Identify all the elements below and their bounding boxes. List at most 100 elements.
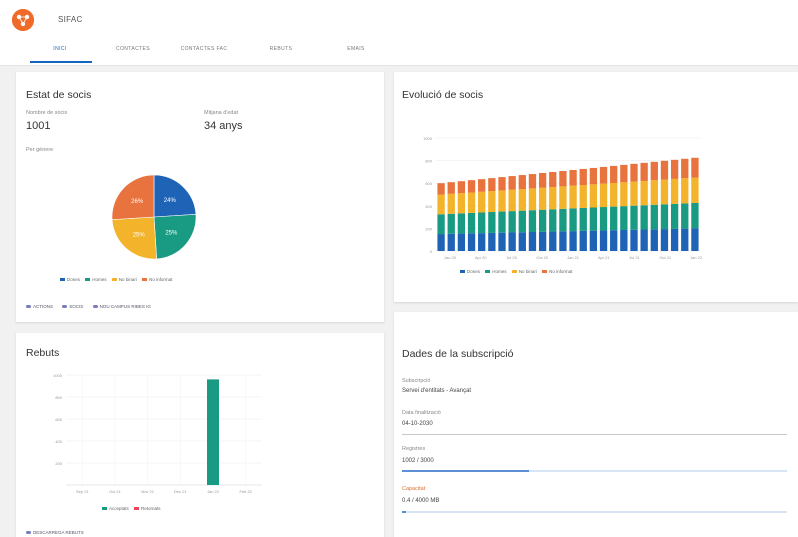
bar-segment-no-binari — [589, 184, 598, 208]
bar-segment-dones — [620, 229, 628, 251]
bar-segment-homes — [681, 203, 689, 229]
active-tab-indicator — [30, 61, 92, 63]
bar-segment-homes — [528, 210, 537, 233]
x-tick-label: Apr 21 — [598, 255, 611, 260]
bar-segment-dones — [569, 231, 577, 251]
capacitat-progress — [402, 511, 787, 513]
tab-inici[interactable]: INICI — [42, 46, 78, 52]
bar-acceptats — [207, 379, 219, 485]
bar-segment-dones — [538, 231, 547, 251]
rebuts-actions: DESCARREGA REBUTS — [26, 530, 92, 535]
legend-item-no-informat: No informat — [542, 269, 572, 274]
bar-segment-no-binari — [508, 189, 516, 212]
bar-segment-no-informat — [447, 182, 455, 194]
bar-segment-no-informat — [559, 170, 567, 187]
legend-item-homes: Homes — [485, 269, 507, 274]
x-tick-label: Nov 21 — [141, 489, 154, 494]
x-tick-label: Jan 22 — [690, 255, 703, 260]
bar-segment-homes — [599, 207, 608, 231]
bar-segment-no-binari — [599, 183, 608, 208]
x-tick-label: Jul 20 — [506, 255, 517, 260]
bar-segment-no-informat — [670, 159, 679, 179]
bar-segment-homes — [538, 209, 547, 232]
bar-segment-no-binari — [579, 185, 587, 208]
bar-segment-dones — [589, 230, 598, 251]
pie-slice-label: 24% — [164, 198, 177, 204]
card-title: Dades de la subscripció — [402, 348, 514, 360]
members-value: 1001 — [26, 120, 51, 132]
y-tick-label: 800 — [55, 395, 62, 400]
y-tick-label: 1000 — [53, 373, 63, 378]
tab-contactes[interactable]: CONTACTES — [104, 46, 162, 52]
evolucio-legend: Dones Homes No binari No informat — [460, 269, 576, 274]
x-tick-label: Dec 21 — [174, 489, 187, 494]
estat-actions: ACTIONS SOCIS NOU CAMPUS RIBES IG — [26, 304, 159, 309]
bar-segment-homes — [569, 208, 577, 232]
bar-segment-homes — [508, 211, 516, 233]
tab-emais[interactable]: EMAIS — [334, 46, 378, 52]
bar-segment-dones — [447, 233, 455, 251]
bar-segment-no-binari — [670, 178, 679, 204]
pie-slice-dones — [153, 174, 197, 218]
bar-segment-no-informat — [518, 175, 526, 190]
bar-segment-no-binari — [538, 187, 547, 210]
bar-segment-homes — [650, 204, 658, 230]
capacitat-label: Capacitat — [402, 486, 426, 492]
bar-segment-no-binari — [559, 186, 567, 209]
bar-segment-no-binari — [650, 180, 658, 205]
legend-item-no-informat: No informat — [142, 277, 172, 282]
bar-segment-no-binari — [488, 191, 496, 213]
pie-legend: Dones Homes No binari No informat — [60, 277, 176, 282]
bar-segment-no-informat — [538, 173, 547, 188]
y-tick-label: 400 — [425, 204, 432, 209]
bar-segment-homes — [498, 211, 506, 233]
campus-chip[interactable]: NOU CAMPUS RIBES IG — [92, 304, 151, 309]
bar-segment-no-informat — [579, 168, 587, 186]
bar-segment-dones — [457, 233, 466, 251]
tab-contactes-fac[interactable]: CONTACTES FAC — [168, 46, 240, 52]
registres-value: 1002 / 3000 — [402, 458, 434, 464]
evolucio-socis-card: Evolució de socis 1000 800 600 400 200 0 Jan 2… — [394, 72, 798, 302]
bar-segment-dones — [528, 232, 537, 251]
card-title: Rebuts — [26, 347, 60, 359]
age-value: 34 anys — [204, 120, 243, 132]
x-tick-label: Jan 22 — [207, 489, 220, 494]
bar-segment-dones — [610, 230, 618, 251]
legend-item-homes: Homes — [85, 277, 107, 282]
bar-segment-no-informat — [528, 174, 537, 189]
x-tick-label: Feb 22 — [239, 489, 252, 494]
bar-segment-homes — [549, 209, 557, 232]
x-tick-label: Sep 21 — [76, 489, 89, 494]
bar-segment-dones — [488, 232, 496, 251]
bar-segment-dones — [437, 234, 445, 251]
rebuts-legend: Acceptats Retornats — [102, 506, 165, 511]
bar-segment-dones — [498, 232, 506, 251]
card-title: Estat de socis — [26, 89, 92, 101]
bar-segment-dones — [630, 229, 638, 251]
bar-segment-homes — [660, 204, 669, 230]
app-header: SIFAC INICI CONTACTES CONTACTES FAC REBU… — [0, 0, 798, 66]
actions-chip[interactable]: ACTIONS — [26, 304, 53, 309]
divider — [402, 434, 787, 435]
legend-item-acceptats: Acceptats — [102, 506, 129, 511]
app-logo[interactable] — [12, 9, 34, 31]
x-tick-label: Oct 20 — [536, 255, 549, 260]
bar-segment-no-informat — [691, 157, 699, 178]
bar-segment-dones — [559, 231, 567, 251]
legend-item-no-binari: No binari — [511, 269, 537, 274]
bar-segment-no-informat — [630, 163, 638, 182]
bar-segment-homes — [518, 210, 526, 233]
bar-segment-no-informat — [549, 172, 557, 188]
gender-label: Per gènere — [26, 147, 54, 153]
socis-chip[interactable]: SOCIS — [62, 304, 83, 309]
bar-segment-no-informat — [508, 176, 516, 190]
legend-item-dones: Dones — [60, 277, 80, 282]
tab-rebuts[interactable]: REBUTS — [258, 46, 304, 52]
x-tick-label: Jul 21 — [629, 255, 640, 260]
dades-subscripcio-card: Dades de la subscripció Subscripció Serv… — [394, 312, 798, 537]
bar-segment-no-binari — [610, 182, 618, 207]
bar-segment-no-informat — [620, 164, 628, 183]
data-finalitzacio-label: Data finalització — [402, 410, 441, 416]
estat-socis-card: Estat de socis Nombre de socis 1001 Mitj… — [16, 72, 384, 322]
download-rebuts-chip[interactable]: DESCARREGA REBUTS — [26, 530, 84, 535]
